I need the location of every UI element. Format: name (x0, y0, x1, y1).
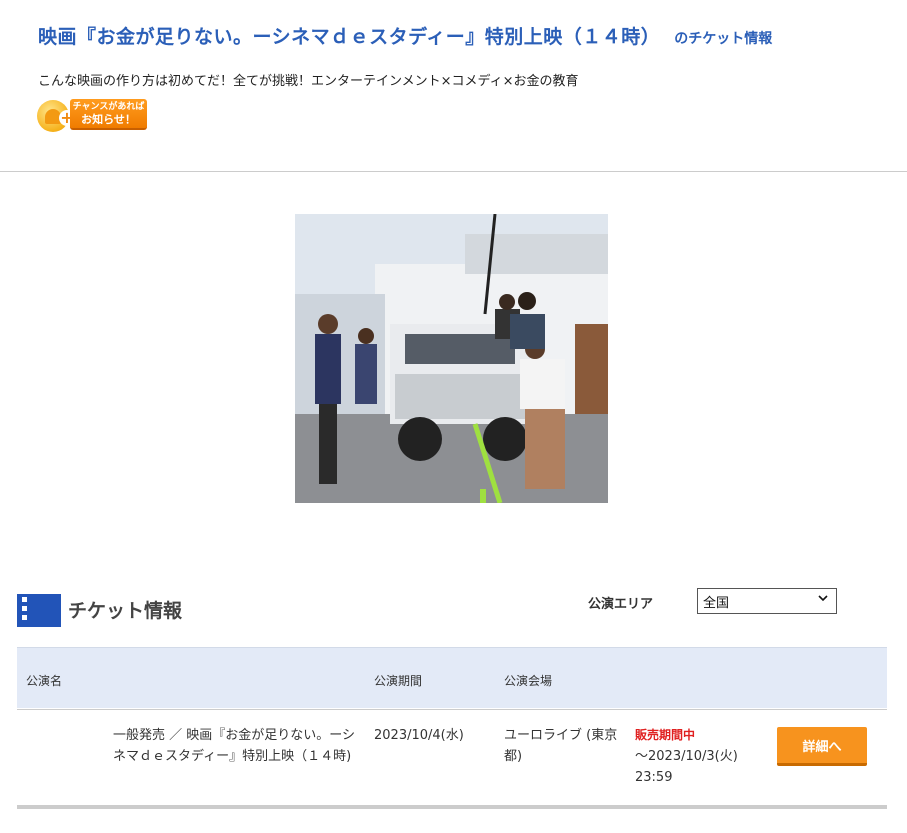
header-venue: 公演会場 (504, 674, 553, 688)
performance-venue: ユーロライブ (東京都) (504, 728, 618, 764)
notify-me-button[interactable]: + チャンスがあれば お知らせ！ (37, 98, 147, 134)
event-photo (295, 214, 608, 503)
event-title: 映画『お金が足りない。ーシネマｄｅスタディー』特別上映（１４時） (38, 26, 661, 48)
sale-info: 販売期間中 ～2023/10/3(火) 23:59 (635, 725, 750, 788)
status-badge: 販売期間中 (635, 728, 696, 742)
header-name: 公演名 (26, 674, 63, 688)
performance-name: 一般発売 ／ 映画『お金が足りない。ーシネマｄｅスタディー』特別上映（１４時) (113, 728, 356, 764)
film-icon (17, 594, 61, 627)
section-title: チケット情報 (68, 600, 183, 622)
header-period: 公演期間 (374, 674, 423, 688)
notify-small-label: チャンスがあれば (72, 102, 145, 112)
detail-button[interactable]: 詳細へ (777, 727, 867, 766)
title-suffix: のチケット情報 (674, 31, 773, 47)
performance-period: 2023/10/4(水) (374, 728, 464, 743)
sale-deadline: ～2023/10/3(火) 23:59 (635, 749, 738, 785)
chevron-down-icon (818, 595, 828, 602)
area-select[interactable]: 全国 (697, 588, 837, 614)
table-header: 公演名 公演期間 公演会場 (17, 647, 887, 708)
area-select-value: 全国 (703, 596, 730, 611)
page-title: 映画『お金が足りない。ーシネマｄｅスタディー』特別上映（１４時） のチケット情報 (38, 22, 772, 49)
notify-big-label: お知らせ！ (81, 113, 136, 126)
table-row: 一般発売 ／ 映画『お金が足りない。ーシネマｄｅスタディー』特別上映（１４時) … (17, 709, 887, 809)
header-divider (0, 171, 907, 172)
area-label: 公演エリア (588, 597, 654, 612)
event-subtitle: こんな映画の作り方は初めてだ！全てが挑戦！エンターテインメント×コメディ×お金の… (38, 74, 579, 89)
